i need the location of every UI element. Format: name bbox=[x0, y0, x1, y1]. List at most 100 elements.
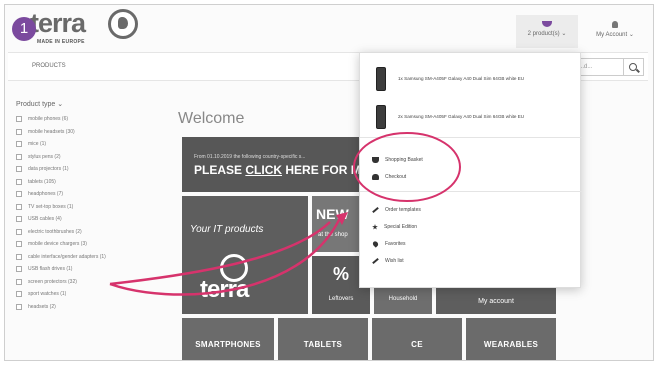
search-button[interactable] bbox=[624, 58, 644, 76]
checkbox[interactable] bbox=[16, 278, 22, 285]
filter-item[interactable]: mice (1) bbox=[16, 138, 136, 151]
dropdown-product-item[interactable]: 1x Samsung SM-A405F Galaxy A40 Dual Sim … bbox=[374, 67, 574, 93]
category-tablets[interactable]: TABLETS bbox=[278, 318, 368, 360]
category-wearables[interactable]: WEARABLES bbox=[466, 318, 556, 360]
filter-item-label: mobile headsets (30) bbox=[28, 128, 75, 135]
category-smartphones[interactable]: SMARTPHONES bbox=[182, 318, 274, 360]
filter-heading[interactable]: Product type ⌄ bbox=[16, 100, 136, 108]
dropdown-divider bbox=[360, 191, 582, 192]
filter-item-label: USB flash drives (1) bbox=[28, 266, 73, 273]
filter-item[interactable]: tablets (105) bbox=[16, 176, 136, 189]
phone-thumbnail bbox=[376, 105, 386, 129]
logo-wordmark: terra bbox=[30, 8, 86, 38]
wish-list-link[interactable]: Wish list bbox=[372, 255, 404, 267]
checkbox[interactable] bbox=[16, 228, 22, 235]
banner-subtext: From 01.10.2019 the following country-sp… bbox=[194, 154, 306, 160]
dropdown-product-name: 1x Samsung SM-A405F Galaxy A40 Dual Sim … bbox=[398, 76, 525, 81]
products-cart-button[interactable]: 2 product(s) ⌄ bbox=[516, 15, 578, 48]
tile-wordmark: terra bbox=[200, 276, 249, 303]
filter-item[interactable]: USB flash drives (1) bbox=[16, 263, 136, 276]
filter-item-label: stylus pens (2) bbox=[28, 153, 61, 160]
filter-item-label: screen protectors (32) bbox=[28, 278, 77, 285]
globe-icon bbox=[108, 9, 138, 39]
filter-item[interactable]: data projectors (1) bbox=[16, 163, 136, 176]
order-templates-label: Order templates bbox=[385, 207, 421, 213]
nav-products-link[interactable]: PRODUCTS bbox=[32, 63, 66, 69]
filter-item[interactable]: sport watches (1) bbox=[16, 288, 136, 301]
filter-item[interactable]: mobile headsets (30) bbox=[16, 126, 136, 139]
my-account-button[interactable]: My Account ⌄ bbox=[584, 15, 646, 48]
filter-item[interactable]: electric toothbrushes (2) bbox=[16, 226, 136, 239]
page-title: Welcome bbox=[178, 110, 245, 127]
filter-item-label: mice (1) bbox=[28, 141, 47, 148]
category-ce[interactable]: CE bbox=[372, 318, 462, 360]
filter-item[interactable]: stylus pens (2) bbox=[16, 151, 136, 164]
user-icon bbox=[612, 21, 618, 28]
favorites-link[interactable]: Favorites bbox=[371, 238, 406, 250]
dropdown-product-item[interactable]: 2x Samsung SM-A405F Galaxy A40 Dual Sim … bbox=[374, 105, 574, 131]
tile-caption: Your IT products bbox=[190, 224, 264, 235]
search-input[interactable]: ...d... bbox=[576, 58, 624, 76]
pencil-icon bbox=[372, 257, 379, 265]
filter-item-label: mobile device chargers (3) bbox=[28, 241, 87, 248]
filter-item[interactable]: headphones (7) bbox=[16, 188, 136, 201]
order-templates-link[interactable]: Order templates bbox=[372, 204, 421, 216]
checkout-link[interactable]: Checkout bbox=[372, 171, 406, 183]
basket-icon bbox=[372, 157, 379, 163]
product-type-filter: Product type ⌄ mobile phones (6) mobile … bbox=[16, 100, 136, 313]
checkbox[interactable] bbox=[16, 191, 22, 198]
shopping-basket-link[interactable]: Shopping Basket bbox=[372, 154, 423, 166]
checkout-label: Checkout bbox=[385, 174, 407, 180]
checkbox[interactable] bbox=[16, 178, 22, 185]
checkbox[interactable] bbox=[16, 203, 22, 210]
favorites-label: Favorites bbox=[385, 241, 406, 247]
special-edition-label: Special Edition bbox=[384, 224, 418, 230]
star-icon bbox=[372, 224, 378, 230]
tile-household-label: Household bbox=[388, 296, 418, 302]
filter-item-label: USB cables (4) bbox=[28, 216, 62, 223]
banner-click-link[interactable]: CLICK bbox=[245, 163, 282, 177]
checkbox[interactable] bbox=[16, 241, 22, 248]
filter-item[interactable]: USB cables (4) bbox=[16, 213, 136, 226]
banner-prefix: PLEASE bbox=[194, 163, 246, 177]
checkout-icon bbox=[372, 174, 379, 180]
filter-item-label: cable interface/gender adapters (1) bbox=[28, 253, 106, 260]
filter-item[interactable]: mobile phones (6) bbox=[16, 113, 136, 126]
checkbox[interactable] bbox=[16, 303, 22, 310]
pencil-icon bbox=[372, 206, 379, 214]
my-account-label: My Account ⌄ bbox=[596, 32, 634, 38]
checkbox[interactable] bbox=[16, 216, 22, 223]
filter-item[interactable]: TV set-top boxes (1) bbox=[16, 201, 136, 214]
filter-item-label: headphones (7) bbox=[28, 191, 64, 198]
checkbox[interactable] bbox=[16, 128, 22, 135]
tile-new-subtitle: at the shop bbox=[318, 232, 348, 238]
checkbox[interactable] bbox=[16, 116, 22, 123]
filter-item[interactable]: mobile device chargers (3) bbox=[16, 238, 136, 251]
tile-leftovers-label: Leftovers bbox=[328, 296, 354, 302]
filter-item[interactable]: cable interface/gender adapters (1) bbox=[16, 251, 136, 264]
terra-logo[interactable]: terra MADE IN EUROPE bbox=[30, 8, 138, 45]
filter-item-label: mobile phones (6) bbox=[28, 116, 69, 123]
filter-item-label: data projectors (1) bbox=[28, 166, 69, 173]
checkbox[interactable] bbox=[16, 253, 22, 260]
products-cart-label: 2 product(s) ⌄ bbox=[527, 31, 567, 37]
filter-item[interactable]: headsets (2) bbox=[16, 301, 136, 314]
checkbox[interactable] bbox=[16, 266, 22, 273]
special-edition-link[interactable]: Special Edition bbox=[372, 221, 417, 233]
checkbox[interactable] bbox=[16, 153, 22, 160]
checkbox[interactable] bbox=[16, 291, 22, 298]
filter-item-label: tablets (105) bbox=[28, 178, 56, 185]
filter-item[interactable]: screen protectors (32) bbox=[16, 276, 136, 289]
filter-item-label: TV set-top boxes (1) bbox=[28, 203, 74, 210]
wish-list-label: Wish list bbox=[385, 258, 404, 264]
phone-thumbnail bbox=[376, 67, 386, 91]
products-dropdown-menu: 1x Samsung SM-A405F Galaxy A40 Dual Sim … bbox=[359, 52, 582, 288]
banner-headline: PLEASE CLICK HERE FOR MOR bbox=[194, 163, 379, 177]
tile-new-title: NEW bbox=[316, 206, 349, 222]
checkbox[interactable] bbox=[16, 141, 22, 148]
checkbox[interactable] bbox=[16, 166, 22, 173]
filter-item-label: sport watches (1) bbox=[28, 291, 67, 298]
shopping-basket-label: Shopping Basket bbox=[385, 157, 423, 163]
dropdown-divider bbox=[360, 137, 582, 138]
tile-it-products[interactable]: Your IT products terra bbox=[182, 196, 308, 314]
